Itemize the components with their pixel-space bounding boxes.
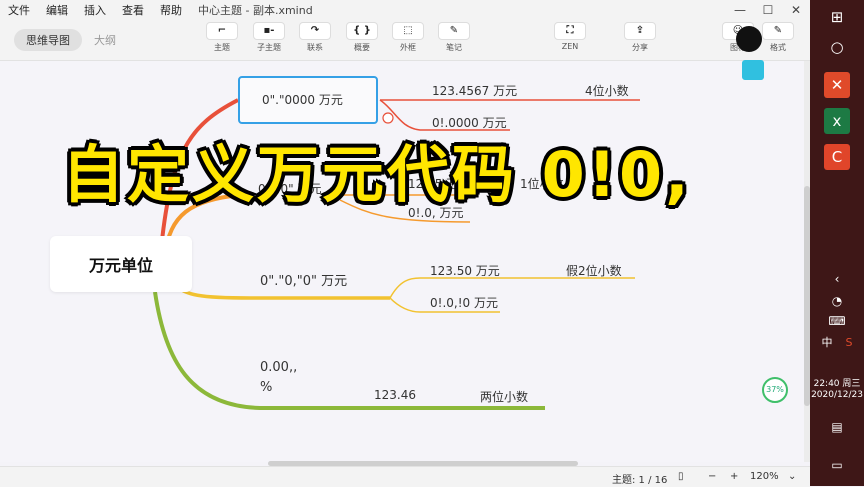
zoom-out-button[interactable]: − xyxy=(708,471,716,482)
zen-icon: ⛶ xyxy=(554,22,586,40)
maximize-button[interactable]: ☐ xyxy=(754,0,782,20)
notification-icon[interactable]: ▭ xyxy=(824,452,850,478)
windows-start-icon[interactable]: ⊞ xyxy=(824,4,850,30)
topic-b3-c2[interactable]: 0!.0,!0 万元 xyxy=(430,294,498,311)
sogou-icon[interactable]: S xyxy=(836,330,862,356)
note-button[interactable]: ✎ 笔记 xyxy=(432,22,476,53)
zoom-chevron-icon[interactable]: ⌄ xyxy=(788,471,796,482)
menu-bar: 文件 编辑 插入 查看 帮助 中心主题 - 副本.xmind — ☐ ✕ xyxy=(0,0,810,20)
topic-b1-c1-note[interactable]: 4位小数 xyxy=(585,82,629,99)
subtopic-button[interactable]: ▪- 子主题 xyxy=(247,22,291,53)
summary-button[interactable]: { } 概要 xyxy=(340,22,384,53)
share-label: 分享 xyxy=(632,43,648,52)
share-button[interactable]: ⇪ 分享 xyxy=(618,22,662,53)
toolbar: 思维导图 大纲 ⌐ 主题 ▪- 子主题 ↷ 联系 { } 概要 ⬚ 外框 ✎ 笔… xyxy=(0,20,810,61)
menu-view[interactable]: 查看 xyxy=(114,2,152,18)
window-controls: — ☐ ✕ xyxy=(726,0,810,20)
close-button[interactable]: ✕ xyxy=(782,0,810,20)
cortana-icon[interactable]: ○ xyxy=(824,34,850,60)
window-title: 中心主题 - 副本.xmind xyxy=(198,4,313,17)
zoom-in-button[interactable]: + xyxy=(730,471,738,482)
zen-button[interactable]: ⛶ ZEN xyxy=(548,22,592,51)
boundary-icon: ⬚ xyxy=(392,22,424,40)
topic-button[interactable]: ⌐ 主题 xyxy=(200,22,244,53)
summary-icon: { } xyxy=(346,22,378,40)
overlay-title: 自定义万元代码 0!0, xyxy=(62,138,692,211)
topic-b4-c1-note[interactable]: 两位小数 xyxy=(480,388,528,405)
topic-b4-line2[interactable]: % xyxy=(260,380,272,395)
tab-outline[interactable]: 大纲 xyxy=(82,29,128,51)
topic-b1[interactable]: 0"."0000 万元 xyxy=(262,91,343,108)
topic-label: 主题 xyxy=(214,43,230,52)
topic-icon: ⌐ xyxy=(206,22,238,40)
subtopic-label: 子主题 xyxy=(257,43,281,52)
zoom-level[interactable]: 120% xyxy=(750,471,779,482)
pen-cursor-icon xyxy=(736,26,762,52)
menu-file[interactable]: 文件 xyxy=(0,2,38,18)
notes-icon[interactable]: ▤ xyxy=(824,414,850,440)
topic-b1-c1[interactable]: 123.4567 万元 xyxy=(432,82,517,99)
note-icon: ✎ xyxy=(438,22,470,40)
minimize-button[interactable]: — xyxy=(726,0,754,20)
xmind-app-icon[interactable]: ✕ xyxy=(824,72,850,98)
boundary-button[interactable]: ⬚ 外框 xyxy=(386,22,430,53)
capture-app-icon[interactable]: C xyxy=(824,144,850,170)
clock-time[interactable]: 22:40 周三 xyxy=(810,376,864,389)
topic-b4-c1[interactable]: 123.46 xyxy=(374,388,416,402)
relation-button[interactable]: ↷ 联系 xyxy=(293,22,337,53)
format-label: 格式 xyxy=(770,43,786,52)
topic-b4-line1[interactable]: 0.00,, xyxy=(260,360,297,375)
menu-help[interactable]: 帮助 xyxy=(152,2,190,18)
tab-mindmap[interactable]: 思维导图 xyxy=(14,29,82,51)
boundary-label: 外框 xyxy=(400,43,416,52)
performance-gauge: 37% xyxy=(762,377,788,403)
menu-edit[interactable]: 编辑 xyxy=(38,2,76,18)
relation-icon: ↷ xyxy=(299,22,331,40)
format-button[interactable]: ✎ 格式 xyxy=(756,22,800,53)
menu-insert[interactable]: 插入 xyxy=(76,2,114,18)
topic-b3[interactable]: 0"."0,"0" 万元 xyxy=(260,270,347,289)
brush-icon: ✎ xyxy=(762,22,794,40)
float-smile-icon[interactable] xyxy=(742,60,764,80)
excel-app-icon[interactable]: x xyxy=(824,108,850,134)
book-icon[interactable]: ▯ xyxy=(678,471,684,482)
relation-label: 联系 xyxy=(307,43,323,52)
status-bar: 主题: 1 / 16 ▯ − + 120% ⌄ xyxy=(0,466,810,487)
note-label: 笔记 xyxy=(446,43,462,52)
central-topic[interactable]: 万元单位 xyxy=(50,236,192,292)
clock-date[interactable]: 2020/12/23 xyxy=(810,390,864,400)
share-icon: ⇪ xyxy=(624,22,656,40)
summary-label: 概要 xyxy=(354,43,370,52)
topic-b3-c1[interactable]: 123.50 万元 xyxy=(430,262,500,279)
taskbar: ⊞ ○ ✕ x C ‹ ◔ ⌨ 中 S 22:40 周三 2020/12/23 … xyxy=(810,0,864,486)
zen-label: ZEN xyxy=(561,42,579,51)
subtopic-icon: ▪- xyxy=(253,22,285,40)
view-tabs: 思维导图 大纲 xyxy=(14,29,128,51)
topic-count: 主题: 1 / 16 xyxy=(612,475,668,486)
topic-b3-c1-note[interactable]: 假2位小数 xyxy=(566,262,622,279)
